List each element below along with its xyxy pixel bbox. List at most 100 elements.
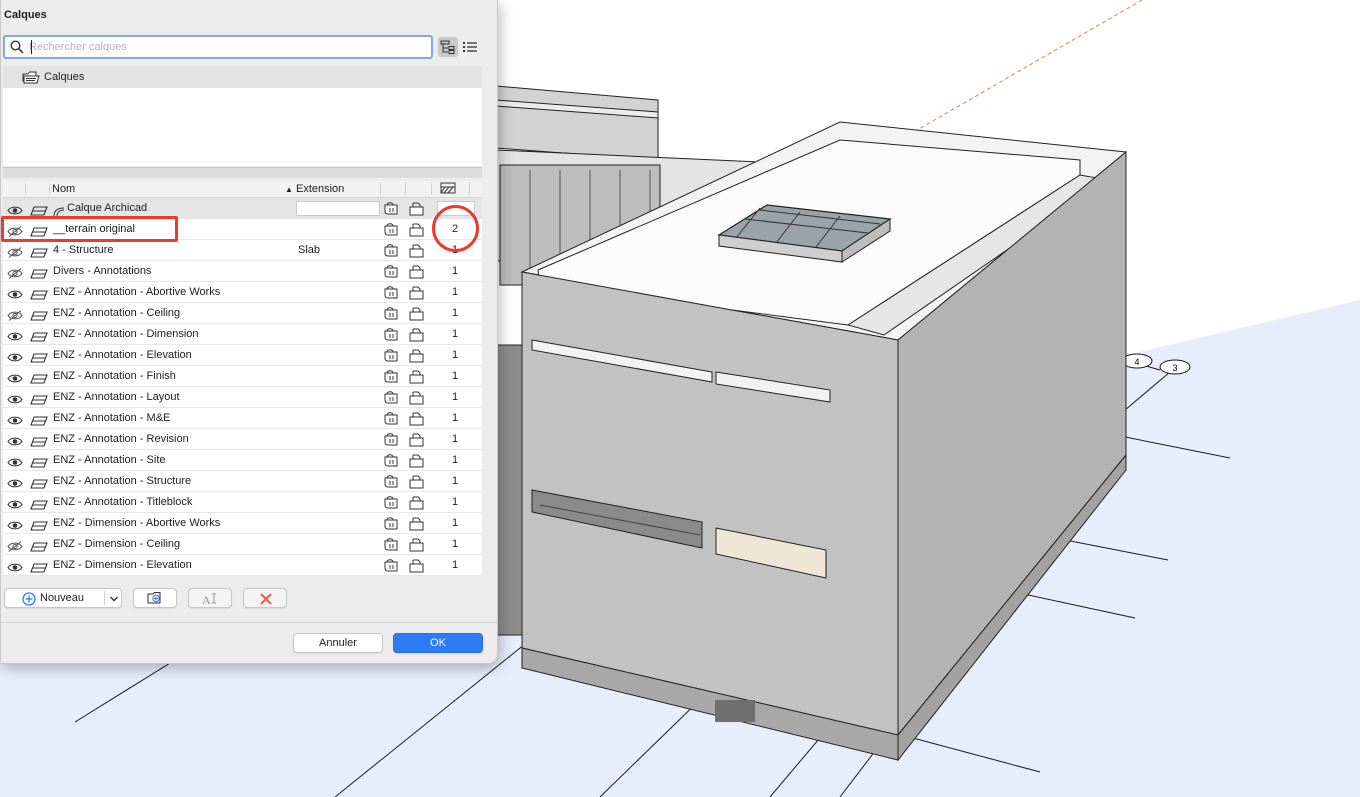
table-row[interactable]: ENZ - Annotation - Abortive Works 1 <box>3 282 482 303</box>
layer-lock-icon[interactable] <box>30 560 48 576</box>
layer-name[interactable]: ENZ - Annotation - Abortive Works <box>53 286 220 298</box>
layer-name[interactable]: ENZ - Annotation - Finish <box>53 370 176 382</box>
layer-name[interactable]: ENZ - Annotation - Titleblock <box>53 496 192 508</box>
intersection-group-number[interactable]: 1 <box>437 433 473 445</box>
solid-mode-icon[interactable] <box>409 306 425 326</box>
layer-name[interactable]: ENZ - Annotation - Layout <box>53 391 180 403</box>
wireframe-toggle-icon[interactable] <box>384 474 400 494</box>
wireframe-toggle-icon[interactable] <box>384 453 400 473</box>
layer-name[interactable]: ENZ - Annotation - Structure <box>53 475 191 487</box>
solid-mode-icon[interactable] <box>409 453 425 473</box>
new-folder-button[interactable] <box>133 588 177 608</box>
solid-mode-icon[interactable] <box>409 327 425 347</box>
wireframe-toggle-icon[interactable] <box>384 411 400 431</box>
table-row[interactable]: ENZ - Dimension - Elevation 1 <box>3 555 482 576</box>
layer-name[interactable]: ENZ - Annotation - Elevation <box>53 349 192 361</box>
table-row[interactable]: ENZ - Dimension - Ceiling 1 <box>3 534 482 555</box>
eye-icon[interactable] <box>7 560 23 576</box>
layer-name[interactable]: Divers - Annotations <box>53 265 151 277</box>
wireframe-toggle-icon[interactable] <box>384 243 400 263</box>
layer-name[interactable]: ENZ - Annotation - Site <box>53 454 166 466</box>
solid-mode-icon[interactable] <box>409 537 425 557</box>
layer-name[interactable]: ENZ - Dimension - Abortive Works <box>53 517 220 529</box>
intersection-group-number[interactable]: 1 <box>437 286 473 298</box>
solid-mode-icon[interactable] <box>409 285 425 305</box>
table-row[interactable]: ENZ - Annotation - M&E 1 <box>3 408 482 429</box>
wireframe-toggle-icon[interactable] <box>384 369 400 389</box>
ok-button[interactable]: OK <box>393 633 483 653</box>
search-input[interactable] <box>29 38 425 55</box>
solid-mode-icon[interactable] <box>409 516 425 536</box>
table-row[interactable]: ENZ - Annotation - Titleblock 1 <box>3 492 482 513</box>
wireframe-toggle-icon[interactable] <box>384 264 400 284</box>
intersection-group-number[interactable]: 1 <box>437 370 473 382</box>
list-view-button[interactable] <box>460 37 480 57</box>
layer-name[interactable]: 4 - Structure <box>53 244 114 256</box>
layer-name[interactable]: ENZ - Annotation - M&E <box>53 412 170 424</box>
cancel-button[interactable]: Annuler <box>293 633 383 653</box>
intersection-group-number[interactable]: 1 <box>437 307 473 319</box>
table-row[interactable]: Divers - Annotations 1 <box>3 261 482 282</box>
solid-mode-icon[interactable] <box>409 474 425 494</box>
table-row[interactable]: ENZ - Dimension - Abortive Works 1 <box>3 513 482 534</box>
solid-mode-icon[interactable] <box>409 411 425 431</box>
wireframe-toggle-icon[interactable] <box>384 537 400 557</box>
intersection-column-header[interactable] <box>440 182 456 197</box>
wireframe-toggle-icon[interactable] <box>384 285 400 305</box>
intersection-group-number[interactable]: 1 <box>437 391 473 403</box>
intersection-group-number[interactable]: 1 <box>437 265 473 277</box>
wireframe-toggle-icon[interactable] <box>384 201 400 221</box>
table-row[interactable]: ENZ - Annotation - Structure 1 <box>3 471 482 492</box>
table-row[interactable]: ENZ - Annotation - Revision 1 <box>3 429 482 450</box>
layer-name[interactable]: ENZ - Dimension - Ceiling <box>53 538 180 550</box>
solid-mode-icon[interactable] <box>409 264 425 284</box>
intersection-group-number[interactable]: 1 <box>437 454 473 466</box>
wireframe-toggle-icon[interactable] <box>384 306 400 326</box>
solid-mode-icon[interactable] <box>409 243 425 263</box>
layer-name[interactable]: ENZ - Dimension - Elevation <box>53 559 192 571</box>
layer-name[interactable]: ENZ - Annotation - Ceiling <box>53 307 180 319</box>
intersection-group-number[interactable]: 1 <box>437 412 473 424</box>
wireframe-toggle-icon[interactable] <box>384 558 400 576</box>
delete-button[interactable] <box>243 588 287 608</box>
solid-mode-icon[interactable] <box>409 495 425 515</box>
solid-mode-icon[interactable] <box>409 369 425 389</box>
table-row[interactable]: ENZ - Annotation - Elevation 1 <box>3 345 482 366</box>
new-layer-button[interactable]: Nouveau <box>4 588 122 608</box>
layer-name[interactable]: ENZ - Annotation - Dimension <box>53 328 199 340</box>
chevron-down-icon[interactable] <box>109 595 119 603</box>
solid-mode-icon[interactable] <box>409 222 425 242</box>
layer-name[interactable]: Calque Archicad <box>67 202 147 214</box>
table-row[interactable]: ENZ - Annotation - Ceiling 1 <box>3 303 482 324</box>
search-box[interactable] <box>3 35 433 59</box>
layer-name[interactable]: ENZ - Annotation - Revision <box>53 433 189 445</box>
rename-button[interactable]: A <box>188 588 232 608</box>
table-row[interactable]: 4 - Structure Slab 1 <box>3 240 482 261</box>
wireframe-toggle-icon[interactable] <box>384 390 400 410</box>
solid-mode-icon[interactable] <box>409 390 425 410</box>
intersection-group-number[interactable]: 1 <box>437 538 473 550</box>
intersection-group-number[interactable]: 1 <box>437 328 473 340</box>
table-row[interactable]: ENZ - Annotation - Dimension 1 <box>3 324 482 345</box>
wireframe-toggle-icon[interactable] <box>384 495 400 515</box>
panel-splitter[interactable] <box>3 167 482 178</box>
wireframe-toggle-icon[interactable] <box>384 348 400 368</box>
tree-root-item[interactable]: Calques <box>3 66 482 88</box>
table-row[interactable]: ENZ - Annotation - Layout 1 <box>3 387 482 408</box>
solid-mode-icon[interactable] <box>409 432 425 452</box>
extension-field[interactable] <box>296 201 380 216</box>
intersection-group-number[interactable]: 1 <box>437 349 473 361</box>
column-extension-header[interactable]: ▲ Extension <box>285 183 344 195</box>
wireframe-toggle-icon[interactable] <box>384 327 400 347</box>
wireframe-toggle-icon[interactable] <box>384 222 400 242</box>
intersection-group-number[interactable]: 1 <box>437 517 473 529</box>
intersection-group-number[interactable]: 1 <box>437 496 473 508</box>
wireframe-toggle-icon[interactable] <box>384 432 400 452</box>
solid-mode-icon[interactable] <box>409 348 425 368</box>
tree-view-button[interactable] <box>438 37 458 57</box>
column-name-header[interactable]: Nom <box>52 183 75 195</box>
table-row[interactable]: ENZ - Annotation - Site 1 <box>3 450 482 471</box>
solid-mode-icon[interactable] <box>409 558 425 576</box>
wireframe-toggle-icon[interactable] <box>384 516 400 536</box>
solid-mode-icon[interactable] <box>409 201 425 221</box>
